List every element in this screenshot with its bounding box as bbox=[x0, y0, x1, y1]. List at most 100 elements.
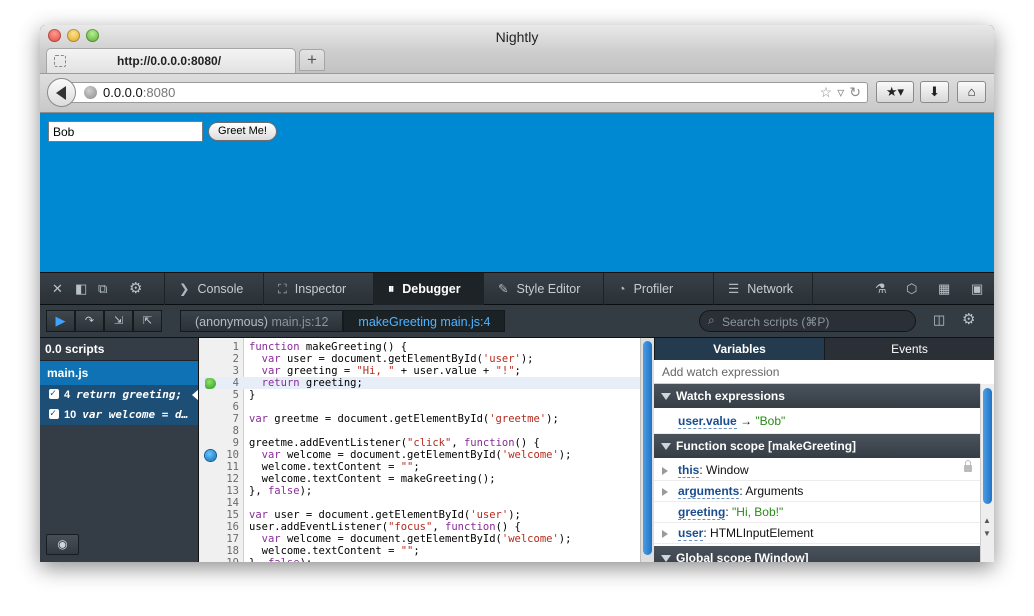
line-number[interactable]: 19 bbox=[199, 557, 239, 562]
home-button[interactable]: ⌂ bbox=[957, 81, 986, 103]
tab-events[interactable]: Events bbox=[824, 338, 994, 360]
debugger-options-icon[interactable]: ⚙ bbox=[962, 310, 975, 328]
debugger-toolbar: ▶ ↷ ⇲ ⇱ (anonymous) main.js:12 makeGreet… bbox=[40, 305, 994, 338]
toggle-black-box-button[interactable]: ◉ bbox=[46, 534, 79, 555]
tab-network[interactable]: ☰ Network bbox=[713, 273, 813, 305]
stack-frames-breadcrumb: (anonymous) main.js:12 makeGreeting main… bbox=[180, 310, 506, 332]
variable-row[interactable]: this: Window bbox=[654, 460, 980, 481]
global-scope[interactable]: Global scope [Window] bbox=[654, 546, 980, 562]
bookmarks-menu-button[interactable]: ★▾ bbox=[876, 81, 914, 103]
title-bar: Nightly bbox=[40, 25, 994, 48]
expand-arrow-icon[interactable] bbox=[662, 530, 668, 538]
function-scope[interactable]: Function scope [makeGreeting] bbox=[654, 434, 980, 458]
devtools-settings-icon[interactable]: ⚙ bbox=[129, 279, 142, 297]
breakpoint-item[interactable]: 10 var welcome = d… bbox=[40, 405, 198, 425]
code-text: } bbox=[249, 389, 256, 401]
breakpoint-checkbox[interactable] bbox=[49, 385, 59, 404]
expand-arrow-icon[interactable] bbox=[662, 488, 668, 496]
paint-flashing-icon[interactable]: ⚗ bbox=[875, 281, 887, 297]
watch-expressions-scope[interactable]: Watch expressions bbox=[654, 384, 980, 408]
scroll-up-icon[interactable]: ▲ bbox=[983, 516, 991, 525]
tab-style-editor[interactable]: ✎ Style Editor bbox=[483, 273, 593, 305]
url-bar[interactable]: 0.0.0.0:8080 ☆ ▿ ↻ bbox=[71, 82, 868, 103]
bookmark-star-icon[interactable]: ☆ bbox=[820, 84, 833, 101]
code-line: 2 var user = document.getElementById('us… bbox=[199, 353, 640, 365]
script-search[interactable]: ⌕ bbox=[699, 310, 916, 332]
variable-row[interactable]: greeting: "Hi, Bob!" bbox=[654, 502, 980, 523]
breakpoint-line: 10 bbox=[64, 409, 77, 421]
variables-scrollbar[interactable]: ▲ ▼ bbox=[980, 384, 994, 562]
line-number[interactable]: 6 bbox=[199, 401, 239, 413]
breakpoint-item[interactable]: 4 return greeting; bbox=[40, 385, 198, 405]
dock-side-icon[interactable]: ◧ bbox=[75, 281, 87, 297]
line-number[interactable]: 8 bbox=[199, 425, 239, 437]
line-number[interactable]: 5 bbox=[199, 389, 239, 401]
scrollbar-thumb[interactable] bbox=[983, 388, 992, 504]
console-icon: ❯ bbox=[179, 282, 190, 296]
stack-frame-makegreeting[interactable]: makeGreeting main.js:4 bbox=[343, 310, 506, 332]
line-number[interactable]: 1 bbox=[199, 341, 239, 353]
line-number[interactable]: 9 bbox=[199, 437, 239, 449]
new-tab-button[interactable]: + bbox=[299, 49, 325, 71]
breakpoint-checkbox[interactable] bbox=[49, 405, 59, 424]
code-text: var welcome = document.getElementById('w… bbox=[261, 449, 572, 461]
browser-tab[interactable]: http://0.0.0.0:8080/ bbox=[46, 48, 296, 73]
tab-inspector[interactable]: ⛶ Inspector bbox=[263, 273, 373, 305]
tab-profiler[interactable]: ◔ Profiler bbox=[603, 273, 713, 305]
watch-expression-input[interactable] bbox=[654, 360, 980, 384]
variables-pane: Variables Events Watch expressions user.… bbox=[654, 338, 994, 562]
line-number[interactable]: 17 bbox=[199, 533, 239, 545]
variable-row[interactable]: arguments: Arguments bbox=[654, 481, 980, 502]
responsive-mode-icon[interactable]: ▣ bbox=[971, 281, 983, 297]
expand-arrow-icon[interactable] bbox=[662, 467, 668, 475]
separate-window-icon[interactable]: ⧉ bbox=[98, 281, 107, 297]
window-title: Nightly bbox=[495, 29, 539, 45]
source-editor[interactable]: 1 function makeGreeting() {2 var user = d… bbox=[199, 338, 640, 562]
line-number[interactable]: 2 bbox=[199, 353, 239, 365]
line-number[interactable]: 18 bbox=[199, 545, 239, 557]
frame-location: main.js:12 bbox=[271, 315, 329, 329]
code-text: var user = document.getElementById('user… bbox=[249, 509, 521, 521]
step-in-button[interactable]: ⇲ bbox=[104, 310, 133, 332]
back-button[interactable] bbox=[47, 78, 76, 107]
history-dropdown-icon[interactable]: ▿ bbox=[837, 84, 844, 101]
breakpoint-marker-icon[interactable] bbox=[205, 450, 216, 461]
tab-console[interactable]: ❯ Console bbox=[164, 273, 263, 305]
resume-button[interactable]: ▶ bbox=[46, 310, 75, 332]
3d-view-icon[interactable]: ⬡ bbox=[906, 281, 917, 297]
scroll-down-icon[interactable]: ▼ bbox=[983, 529, 991, 538]
code-line: 1 function makeGreeting() { bbox=[199, 341, 640, 353]
line-number[interactable]: 14 bbox=[199, 497, 239, 509]
code-line: 3 var greeting = "Hi, " + user.value + "… bbox=[199, 365, 640, 377]
favicon-icon bbox=[54, 55, 66, 67]
step-out-button[interactable]: ⇱ bbox=[133, 310, 162, 332]
tab-debugger[interactable]: ⏸ Debugger bbox=[373, 273, 483, 305]
editor-scrollbar[interactable] bbox=[640, 338, 654, 562]
line-number[interactable]: 11 bbox=[199, 461, 239, 473]
line-number[interactable]: 16 bbox=[199, 521, 239, 533]
scratchpad-icon[interactable]: ▦ bbox=[938, 281, 950, 297]
scrollbar-thumb[interactable] bbox=[643, 341, 652, 555]
instruments-tabs: Variables Events bbox=[654, 338, 994, 360]
stack-frame-anonymous[interactable]: (anonymous) main.js:12 bbox=[180, 310, 344, 332]
greet-me-button[interactable]: Greet Me! bbox=[208, 122, 277, 141]
line-number[interactable]: 13 bbox=[199, 485, 239, 497]
line-number[interactable]: 3 bbox=[199, 365, 239, 377]
line-number[interactable]: 12 bbox=[199, 473, 239, 485]
script-file-main-js[interactable]: main.js bbox=[40, 361, 198, 385]
site-identity-icon[interactable] bbox=[84, 86, 97, 99]
search-scripts-input[interactable] bbox=[720, 313, 909, 331]
user-name-input[interactable] bbox=[48, 121, 203, 142]
frame-function: makeGreeting bbox=[358, 315, 437, 329]
step-over-button[interactable]: ↷ bbox=[75, 310, 104, 332]
toggle-panes-icon[interactable]: ◫ bbox=[933, 312, 945, 328]
line-number[interactable]: 15 bbox=[199, 509, 239, 521]
close-devtools-icon[interactable]: ✕ bbox=[52, 281, 63, 297]
downloads-button[interactable]: ⬇ bbox=[920, 81, 949, 103]
line-number[interactable]: 7 bbox=[199, 413, 239, 425]
variable-row[interactable]: user: HTMLInputElement bbox=[654, 523, 980, 544]
tab-variables[interactable]: Variables bbox=[654, 338, 824, 360]
watch-expression-item[interactable]: user.value → "Bob" bbox=[654, 408, 980, 434]
variable-value: Window bbox=[706, 463, 749, 477]
reload-icon[interactable]: ↻ bbox=[849, 84, 861, 101]
